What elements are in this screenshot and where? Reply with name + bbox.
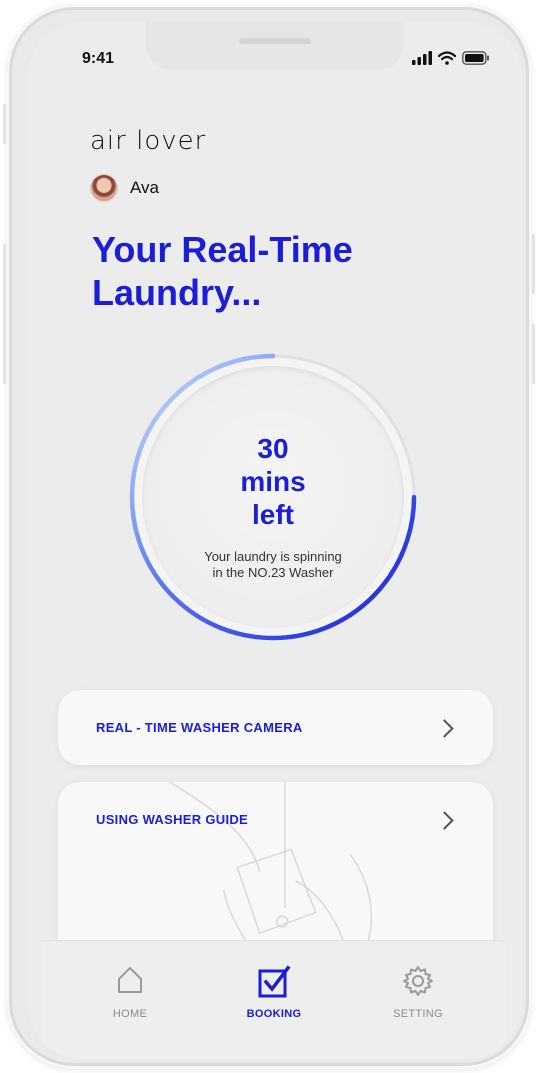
signal-icon — [412, 51, 432, 65]
camera-card-label: REAL - TIME WASHER CAMERA — [96, 720, 303, 735]
mute-switch — [3, 104, 6, 144]
gear-icon — [403, 966, 433, 996]
bottom-tab-bar: HOME BOOKING SETTING — [42, 940, 506, 1059]
washer-guide-illustration — [169, 782, 372, 962]
timer-ring: 30 mins left Your laundry is spinning in… — [128, 352, 418, 642]
user-name: Ava — [130, 178, 159, 197]
status-line-2: in the NO.23 Washer — [212, 565, 334, 580]
tab-setting-label: SETTING — [393, 1008, 443, 1020]
guide-card-label: USING WASHER GUIDE — [96, 812, 249, 827]
timer-unit-mins: mins — [240, 466, 306, 497]
camera-card[interactable]: REAL - TIME WASHER CAMERA — [58, 690, 493, 765]
battery-icon — [462, 51, 489, 65]
page-title: Your Real-Time Laundry... — [92, 229, 353, 313]
home-icon — [118, 967, 142, 993]
checkbox-icon — [258, 965, 291, 998]
status-time: 9:41 — [82, 50, 115, 67]
power-button — [532, 234, 535, 294]
tab-home[interactable]: HOME — [70, 965, 190, 1020]
tab-setting[interactable]: SETTING — [358, 965, 478, 1020]
user-info[interactable]: Ava — [90, 174, 159, 202]
avatar[interactable] — [90, 174, 118, 202]
brand-logo: air lover — [90, 126, 207, 156]
speaker — [239, 38, 311, 44]
phone-frame: 9:41 air lover Ava Your Real-Time Laundr… — [3, 4, 535, 1069]
timer-value: 30 — [257, 433, 289, 464]
tab-booking[interactable]: BOOKING — [214, 965, 334, 1020]
power-button-lower — [532, 324, 535, 384]
status-icons — [412, 50, 490, 66]
notch — [146, 22, 404, 70]
tab-booking-label: BOOKING — [246, 1008, 302, 1020]
timer-text: 30 mins left Your laundry is spinning in… — [128, 432, 418, 581]
tab-home-label: HOME — [112, 1008, 148, 1020]
wifi-icon — [438, 51, 456, 65]
app-screen: 9:41 air lover Ava Your Real-Time Laundr… — [28, 22, 522, 1059]
status-line-1: Your laundry is spinning — [204, 549, 342, 564]
chevron-right-icon[interactable] — [435, 719, 454, 738]
volume-up-button — [3, 244, 6, 384]
timer-unit-left: left — [252, 499, 294, 530]
